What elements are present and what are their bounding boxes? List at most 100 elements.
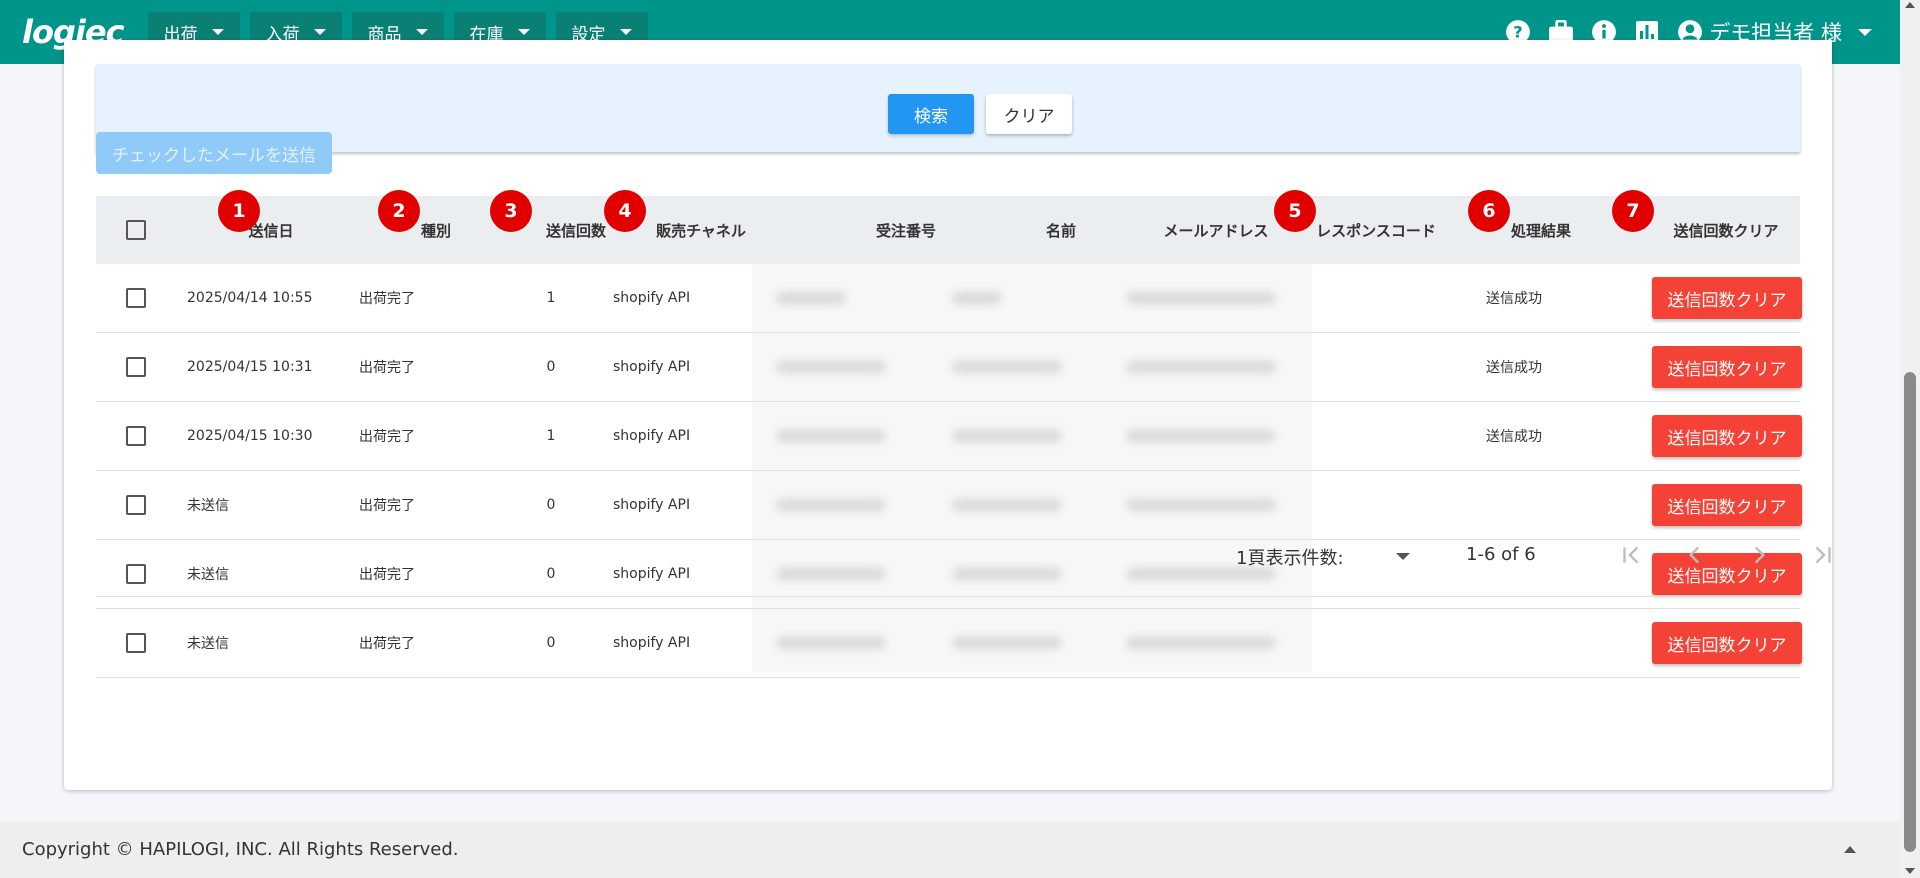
callout-badge-5: 5	[1274, 190, 1316, 232]
row-checkbox-cell	[116, 264, 156, 332]
first-page-icon[interactable]	[1618, 542, 1644, 568]
cell-clear-action: 送信回数クリア	[1652, 402, 1802, 470]
cell-send-count: 0	[546, 635, 556, 651]
header-response-code[interactable]: レスポンスコード	[1306, 196, 1446, 264]
cell-clear-action: 送信回数クリア	[1652, 333, 1802, 401]
cell-type: 出荷完了	[359, 429, 415, 445]
cell-send-date: 2025/04/14 10:55	[187, 290, 313, 306]
cell-sales-channel: shopify API	[613, 635, 691, 651]
cell-email	[1126, 402, 1276, 470]
cell-type: 出荷完了	[359, 636, 415, 652]
clear-count-button[interactable]: 送信回数クリア	[1652, 346, 1802, 388]
table-row: 未送信 出荷完了 0 shopify API 送信回数クリア	[96, 609, 1802, 678]
table-row: 2025/04/15 10:30 出荷完了 1 shopify API 送信成功 送信回数…	[96, 402, 1802, 471]
svg-text:?: ?	[1514, 22, 1523, 41]
previous-page-icon[interactable]	[1682, 542, 1708, 568]
redacted-value	[952, 429, 1062, 443]
header-order-number[interactable]: 受注番号	[826, 196, 986, 264]
clear-count-button[interactable]: 送信回数クリア	[1652, 277, 1802, 319]
rows-per-page-select[interactable]	[1396, 553, 1410, 560]
header-clear-count[interactable]: 送信回数クリア	[1656, 196, 1796, 264]
row-checkbox[interactable]	[126, 288, 146, 308]
cell-order-number	[776, 333, 886, 401]
table-row: 2025/04/14 10:55 出荷完了 1 shopify API 送信成功 送信回数…	[96, 264, 1802, 333]
cell-result	[1486, 609, 1596, 677]
callout-badge-7: 7	[1612, 190, 1654, 232]
redacted-value	[776, 360, 886, 374]
cell-result: 送信成功	[1486, 429, 1542, 445]
cell-sales-channel: shopify API	[613, 359, 691, 375]
cell-email	[1126, 333, 1276, 401]
cell-order-number	[776, 609, 886, 677]
redacted-value	[952, 360, 1062, 374]
cell-name	[952, 402, 1062, 470]
redacted-value	[1126, 291, 1276, 305]
cell-send-date: 2025/04/15 10:31	[187, 359, 313, 375]
row-checkbox-cell	[116, 402, 156, 470]
cell-name	[952, 264, 1062, 332]
search-button[interactable]: 検索	[888, 94, 974, 134]
send-checked-mail-button[interactable]: チェックしたメールを送信	[96, 132, 332, 174]
redacted-value	[952, 498, 1062, 512]
row-checkbox[interactable]	[126, 357, 146, 377]
last-page-icon[interactable]	[1810, 542, 1836, 568]
header-sales-channel[interactable]: 販売チャネル	[636, 196, 766, 264]
scrollbar-thumb[interactable]	[1904, 372, 1916, 852]
redacted-value	[776, 429, 886, 443]
scroll-up-icon[interactable]	[1905, 2, 1915, 8]
footer: Copyright © HAPILOGI, INC. All Rights Re…	[0, 822, 1900, 878]
rows-per-page-label: 1頁表示件数:	[1236, 548, 1344, 569]
cell-email	[1126, 264, 1276, 332]
row-checkbox[interactable]	[126, 426, 146, 446]
cell-send-date: 未送信	[187, 636, 229, 652]
cell-send-date: 2025/04/15 10:30	[187, 428, 313, 444]
table-header: 送信日 種別 送信回数 販売チャネル 受注番号 名前 メールアドレス レスポンス…	[96, 196, 1800, 264]
row-checkbox[interactable]	[126, 495, 146, 515]
scroll-down-icon[interactable]	[1905, 868, 1915, 874]
clear-count-button[interactable]: 送信回数クリア	[1652, 622, 1802, 664]
header-send-date[interactable]: 送信日	[186, 196, 356, 264]
clear-button[interactable]: クリア	[986, 94, 1072, 134]
copyright-text: Copyright © HAPILOGI, INC. All Rights Re…	[22, 839, 459, 860]
clear-count-button[interactable]: 送信回数クリア	[1652, 415, 1802, 457]
redacted-value	[1126, 636, 1276, 650]
cell-email	[1126, 609, 1276, 677]
cell-clear-action: 送信回数クリア	[1652, 609, 1802, 677]
page-range: 1-6 of 6	[1466, 544, 1536, 565]
cell-result: 送信成功	[1486, 360, 1542, 376]
cell-sales-channel: shopify API	[613, 290, 691, 306]
chevron-down-icon	[211, 29, 224, 35]
redacted-value	[1126, 498, 1276, 512]
chevron-down-icon	[619, 29, 632, 35]
table-row: 2025/04/15 10:31 出荷完了 0 shopify API 送信成功 送信回数…	[96, 333, 1802, 402]
scroll-top-icon[interactable]	[1844, 846, 1856, 853]
redacted-value	[776, 636, 886, 650]
redacted-value	[1126, 429, 1276, 443]
callout-badge-1: 1	[218, 190, 260, 232]
cell-send-count: 1	[546, 428, 556, 444]
chevron-down-icon	[1858, 28, 1872, 36]
chevron-down-icon	[313, 29, 326, 35]
redacted-value	[952, 636, 1062, 650]
redacted-value	[952, 291, 1002, 305]
callout-badge-4: 4	[604, 190, 646, 232]
next-page-icon[interactable]	[1746, 542, 1772, 568]
header-email[interactable]: メールアドレス	[1146, 196, 1286, 264]
header-name[interactable]: 名前	[1016, 196, 1106, 264]
cell-name	[952, 609, 1062, 677]
redacted-value	[1126, 360, 1276, 374]
cell-type: 出荷完了	[359, 291, 415, 307]
cell-send-count: 1	[546, 290, 556, 306]
row-checkbox[interactable]	[126, 633, 146, 653]
cell-order-number	[776, 402, 886, 470]
cell-type: 出荷完了	[359, 360, 415, 376]
search-panel: 検索 クリア	[96, 64, 1800, 152]
callout-badge-3: 3	[490, 190, 532, 232]
main-card: 検索 クリア チェックしたメールを送信 送信日 種別 送信回数 販売チャネル 受…	[64, 40, 1832, 790]
select-all-checkbox[interactable]	[126, 220, 146, 240]
redacted-value	[776, 291, 846, 305]
page-scrollbar[interactable]	[1900, 0, 1920, 878]
row-checkbox-cell	[116, 609, 156, 677]
mail-table: 送信日 種別 送信回数 販売チャネル 受注番号 名前 メールアドレス レスポンス…	[96, 190, 1802, 678]
cell-order-number	[776, 264, 886, 332]
